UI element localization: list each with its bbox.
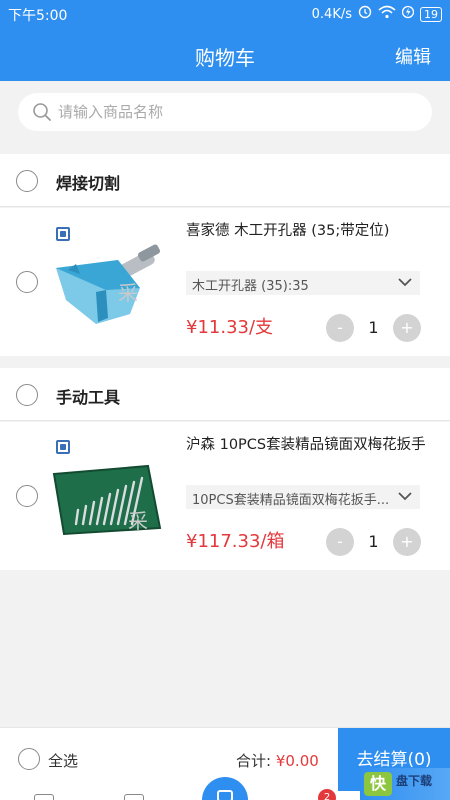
total-price: 合计: ¥0.00: [236, 750, 319, 771]
shopping-bag-icon: [217, 790, 233, 800]
product-image-wrench-set[interactable]: 采: [48, 444, 168, 544]
decrease-button[interactable]: -: [326, 528, 354, 556]
group-header: 手动工具: [0, 368, 450, 421]
status-icons: 0.4K/s 19: [312, 5, 442, 23]
group-select-radio[interactable]: [16, 170, 38, 192]
quantity-stepper: - 1 +: [326, 314, 421, 342]
group-header: 焊接切割: [0, 154, 450, 207]
svg-text:采: 采: [128, 509, 148, 533]
charging-icon: [401, 5, 415, 23]
status-bar: 下午5:00 0.4K/s 19: [0, 0, 450, 28]
spec-select[interactable]: 10PCS套装精品镜面双梅花扳手...: [186, 485, 420, 509]
status-time: 下午5:00: [8, 8, 68, 24]
total-amount: ¥0.00: [275, 752, 319, 770]
nav-bar: 购物车 编辑: [0, 28, 450, 81]
product-price: ¥11.33/支: [186, 317, 274, 338]
category-tab-icon[interactable]: [124, 794, 144, 800]
product-price: ¥117.33/箱: [186, 531, 285, 552]
increase-button[interactable]: +: [393, 314, 421, 342]
item-select-radio[interactable]: [16, 271, 38, 293]
search-box[interactable]: [18, 93, 432, 131]
quantity-stepper: - 1 +: [326, 528, 421, 556]
product-name[interactable]: 喜家德 木工开孔器 (35;带定位): [186, 220, 426, 242]
group-name: 焊接切割: [56, 174, 121, 193]
select-all-radio[interactable]: [18, 748, 40, 770]
item-select-radio[interactable]: [16, 485, 38, 507]
edit-button[interactable]: 编辑: [395, 43, 431, 69]
page-title: 购物车: [195, 46, 255, 70]
spec-label: 木工开孔器 (35):35: [192, 279, 309, 294]
select-all-label[interactable]: 全选: [48, 750, 78, 771]
cart-count-badge: 2: [318, 789, 336, 800]
spec-label: 10PCS套装精品镜面双梅花扳手...: [192, 493, 390, 508]
search-input[interactable]: [58, 98, 418, 126]
search-bar: [0, 81, 450, 152]
product-name[interactable]: 沪森 10PCS套装精品镜面双梅花扳手: [186, 434, 426, 456]
watermark-logo: 快 盘下载: [360, 768, 450, 800]
wifi-icon: [378, 5, 396, 23]
network-speed: 0.4K/s: [311, 6, 352, 22]
home-tab-icon[interactable]: [34, 794, 54, 800]
group-select-radio[interactable]: [16, 384, 38, 406]
decrease-button[interactable]: -: [326, 314, 354, 342]
alarm-icon: [358, 5, 372, 23]
watermark-text: 盘下载: [396, 774, 433, 788]
product-image-hole-saw[interactable]: 采: [48, 230, 168, 330]
search-icon: [32, 102, 52, 126]
increase-button[interactable]: +: [393, 528, 421, 556]
watermark-char: 快: [364, 772, 392, 796]
battery-icon: 19: [420, 6, 442, 22]
quantity-value[interactable]: 1: [354, 532, 393, 551]
cart-item: 采 沪森 10PCS套装精品镜面双梅花扳手 10PCS套装精品镜面双梅花扳手..…: [0, 422, 450, 570]
quantity-value[interactable]: 1: [354, 318, 393, 337]
chevron-down-icon: [398, 490, 412, 506]
chevron-down-icon: [398, 276, 412, 292]
total-label: 合计:: [236, 752, 272, 770]
group-name: 手动工具: [56, 388, 121, 407]
spec-select[interactable]: 木工开孔器 (35):35: [186, 271, 420, 295]
svg-text:采: 采: [118, 281, 138, 305]
cart-item: 采 喜家德 木工开孔器 (35;带定位) 木工开孔器 (35):35 ¥11.3…: [0, 208, 450, 356]
